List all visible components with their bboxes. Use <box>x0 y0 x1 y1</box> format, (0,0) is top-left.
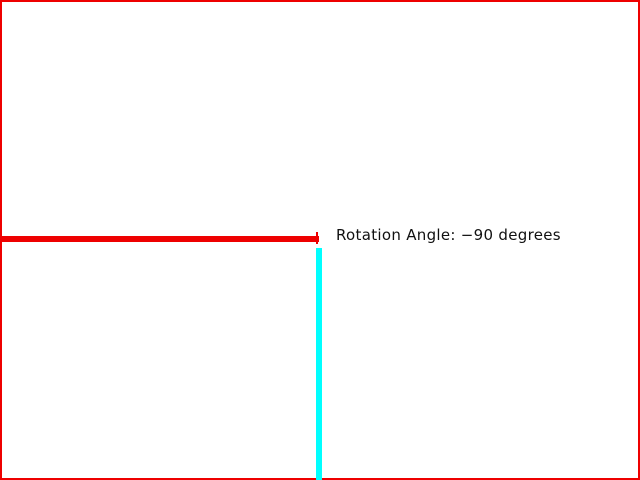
reference-line <box>316 248 322 480</box>
rotation-angle-label: Rotation Angle: −90 degrees <box>336 226 561 244</box>
rotated-line <box>0 236 319 242</box>
pivot-tick <box>316 232 318 244</box>
